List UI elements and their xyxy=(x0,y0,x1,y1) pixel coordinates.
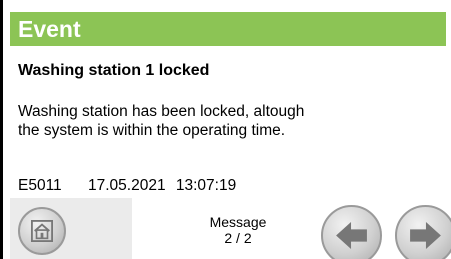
previous-message-button[interactable] xyxy=(321,205,382,259)
event-description-line-2: the system is within the operating time. xyxy=(18,122,286,139)
message-position: 2 / 2 xyxy=(224,230,252,246)
next-message-button[interactable] xyxy=(395,205,451,259)
event-date: 17.05.2021 xyxy=(87,177,166,194)
home-icon xyxy=(31,220,53,242)
event-time: 13:07:19 xyxy=(175,177,237,194)
message-label: Message xyxy=(209,214,267,230)
event-info-line: E5011 17.05.2021 13:07:19 xyxy=(18,177,236,195)
arrow-right-icon xyxy=(410,221,441,250)
event-screen: Event Washing station 1 locked Washing s… xyxy=(0,0,451,259)
title-bar: Event xyxy=(10,12,446,46)
error-code: E5011 xyxy=(18,177,62,194)
window-title: Event xyxy=(18,16,81,42)
message-counter: Message 2 / 2 xyxy=(188,214,288,246)
event-description: Washing station has been locked, altough… xyxy=(18,102,418,140)
arrow-left-icon xyxy=(336,221,367,250)
event-description-line-1: Washing station has been locked, altough xyxy=(18,103,305,120)
event-heading: Washing station 1 locked xyxy=(18,62,210,79)
home-button[interactable] xyxy=(18,207,66,255)
navigation-bar: Message 2 / 2 xyxy=(10,198,451,259)
left-border-line xyxy=(0,0,3,259)
